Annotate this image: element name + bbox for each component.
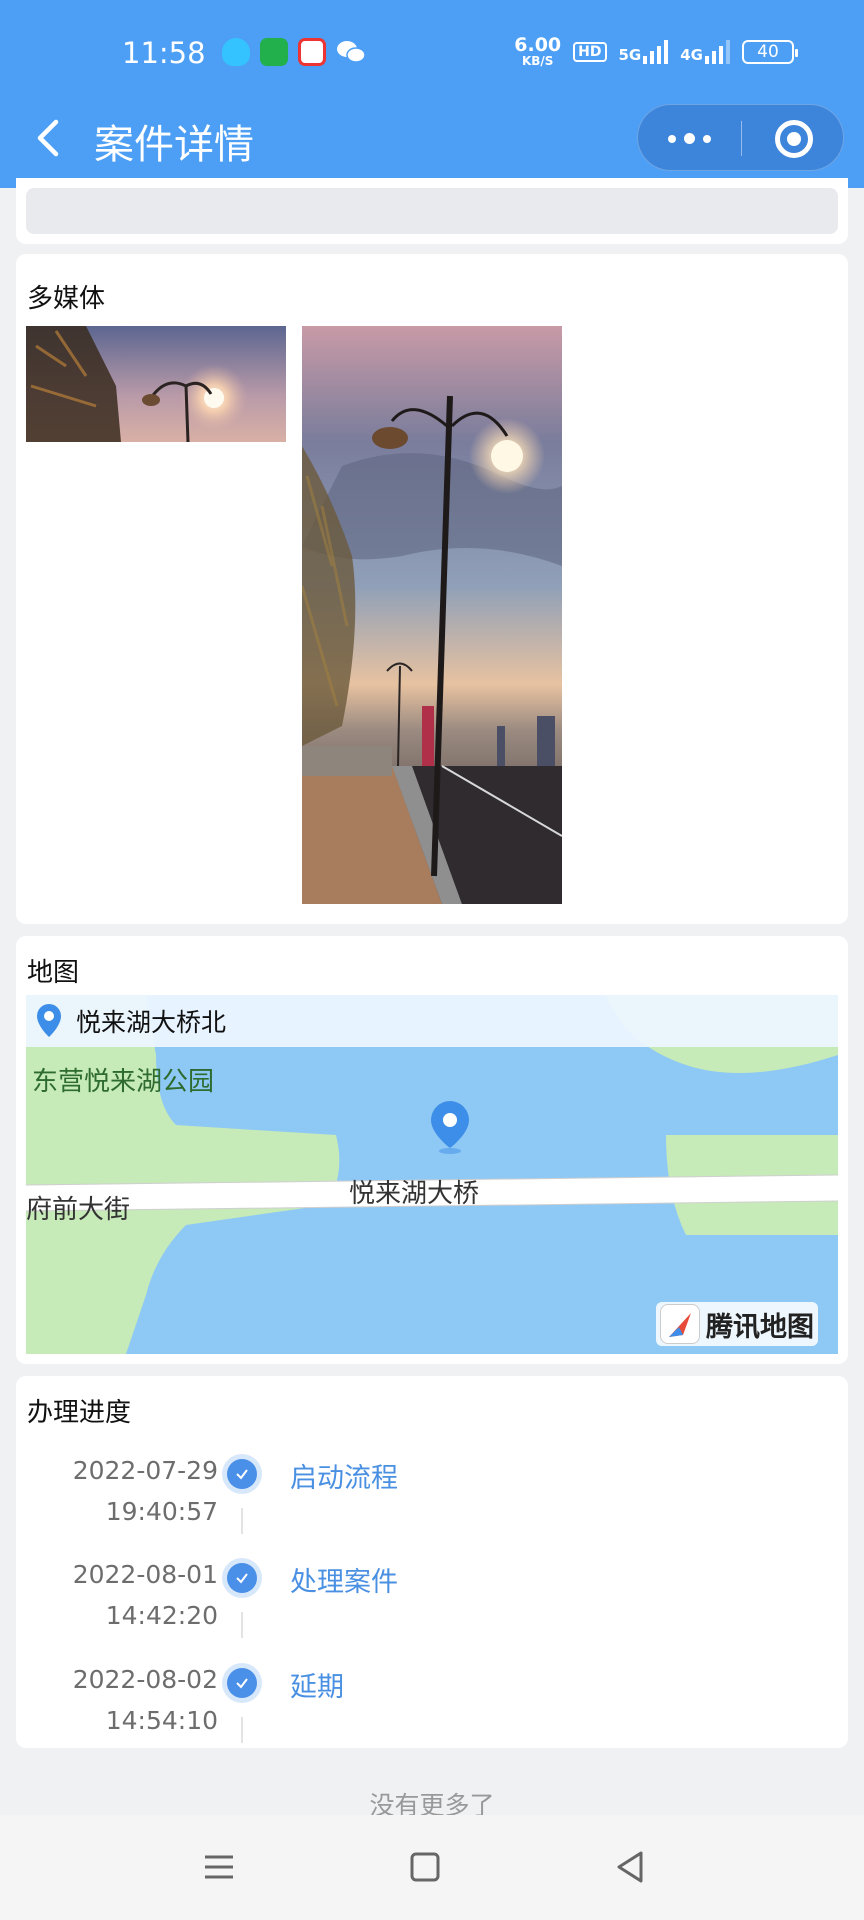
step-datetime: 2022-08-01 14:42:20 — [73, 1554, 218, 1636]
step-date: 2022-07-29 — [72, 1456, 218, 1485]
page-title: 案件详情 — [94, 122, 254, 168]
step-time: 14:42:20 — [105, 1601, 218, 1630]
progress-card: 办理进度 2022-07-29 19:40:57 启动流程 2022-08-01… — [16, 1376, 848, 1748]
more-button[interactable] — [638, 105, 741, 172]
text-area-remnant — [26, 188, 838, 234]
wechat-icon — [336, 38, 366, 66]
baidu-icon — [298, 38, 326, 66]
home-button[interactable] — [403, 1845, 447, 1889]
net-speed-unit: KB/S — [521, 54, 554, 68]
net-speed-value: 6.00 — [514, 34, 562, 56]
step-time: 19:40:57 — [105, 1497, 218, 1526]
step-connector — [241, 1717, 243, 1743]
square-icon — [410, 1852, 440, 1882]
media-section-title: 多媒体 — [27, 284, 106, 314]
qq-icon — [222, 38, 250, 66]
map-brand: 腾讯地图 — [656, 1302, 818, 1346]
map-brand-name: 腾讯地图 — [706, 1311, 814, 1343]
signal-5g: 5G — [618, 39, 669, 64]
signal-bars-icon — [643, 39, 669, 64]
step-label[interactable]: 处理案件 — [290, 1560, 398, 1599]
progress-step: 2022-07-29 19:40:57 启动流程 — [16, 1450, 848, 1550]
step-datetime: 2022-08-02 14:54:10 — [73, 1659, 218, 1741]
street-lamp-photo-2[interactable] — [302, 326, 562, 904]
more-dots-icon-right — [703, 134, 711, 143]
step-connector — [241, 1508, 243, 1534]
tencent-map-logo-icon — [660, 1304, 700, 1344]
step-date: 2022-08-01 — [72, 1560, 218, 1589]
status-indicators: 6.00 KB/S HD 5G 4G 40 — [514, 34, 798, 68]
street-lamp-photo-1[interactable] — [26, 326, 286, 442]
step-time: 14:54:10 — [105, 1706, 218, 1735]
map-card: 地图 悦来湖大桥北 东营悦来湖公园 悦来湖大桥 府前大街 腾讯地图 — [16, 936, 848, 1364]
net-speed: 6.00 KB/S — [514, 34, 562, 68]
battery-indicator: 40 — [742, 39, 798, 64]
step-date: 2022-08-02 — [72, 1665, 218, 1694]
more-dots-icon — [668, 134, 676, 143]
back-button[interactable] — [28, 112, 68, 164]
progress-section-title: 办理进度 — [27, 1398, 132, 1428]
back-nav-button[interactable] — [609, 1845, 653, 1889]
map-view[interactable]: 悦来湖大桥北 东营悦来湖公园 悦来湖大桥 府前大街 腾讯地图 — [26, 995, 838, 1354]
signal-bars-icon — [705, 39, 730, 64]
signal-4g-label: 4G — [680, 45, 703, 64]
step-check-icon — [222, 1454, 262, 1494]
location-pin-icon — [37, 1004, 61, 1037]
map-location-bar: 悦来湖大桥北 — [26, 995, 838, 1047]
menu-icon — [205, 1855, 233, 1879]
map-location-name: 悦来湖大桥北 — [76, 1008, 227, 1037]
step-connector — [241, 1612, 243, 1638]
status-time: 11:58 — [122, 36, 206, 70]
close-miniprogram-button[interactable] — [742, 105, 845, 172]
signal-5g-label: 5G — [618, 45, 642, 64]
top-bar: 11:58 6.00 KB/S HD 5G 4G 40 案件详情 — [0, 0, 864, 188]
media-card: 多媒体 — [16, 254, 848, 924]
step-check-icon — [222, 1558, 262, 1598]
map-label-bridge: 悦来湖大桥 — [349, 1179, 480, 1209]
status-app-icons — [222, 38, 366, 66]
step-datetime: 2022-07-29 19:40:57 — [73, 1450, 218, 1532]
step-label[interactable]: 启动流程 — [290, 1456, 398, 1495]
hd-badge: HD — [573, 41, 607, 62]
system-navigation-bar — [0, 1815, 864, 1920]
miniprogram-capsule — [637, 104, 844, 171]
messages-icon — [260, 38, 288, 66]
map-section-title: 地图 — [27, 958, 80, 988]
progress-step: 2022-08-02 14:54:10 延期 — [16, 1659, 848, 1759]
map-label-street: 府前大街 — [26, 1195, 131, 1225]
step-label[interactable]: 延期 — [290, 1665, 344, 1704]
more-dots-icon-center — [684, 133, 695, 144]
previous-section-card — [16, 178, 848, 244]
signal-4g: 4G — [680, 39, 730, 64]
triangle-back-icon — [617, 1851, 643, 1883]
menu-button[interactable] — [197, 1845, 241, 1889]
target-circle-icon — [774, 119, 813, 158]
chevron-left-icon — [37, 119, 59, 157]
progress-step: 2022-08-01 14:42:20 处理案件 — [16, 1554, 848, 1654]
map-label-park: 东营悦来湖公园 — [32, 1067, 215, 1097]
step-check-icon — [222, 1663, 262, 1703]
